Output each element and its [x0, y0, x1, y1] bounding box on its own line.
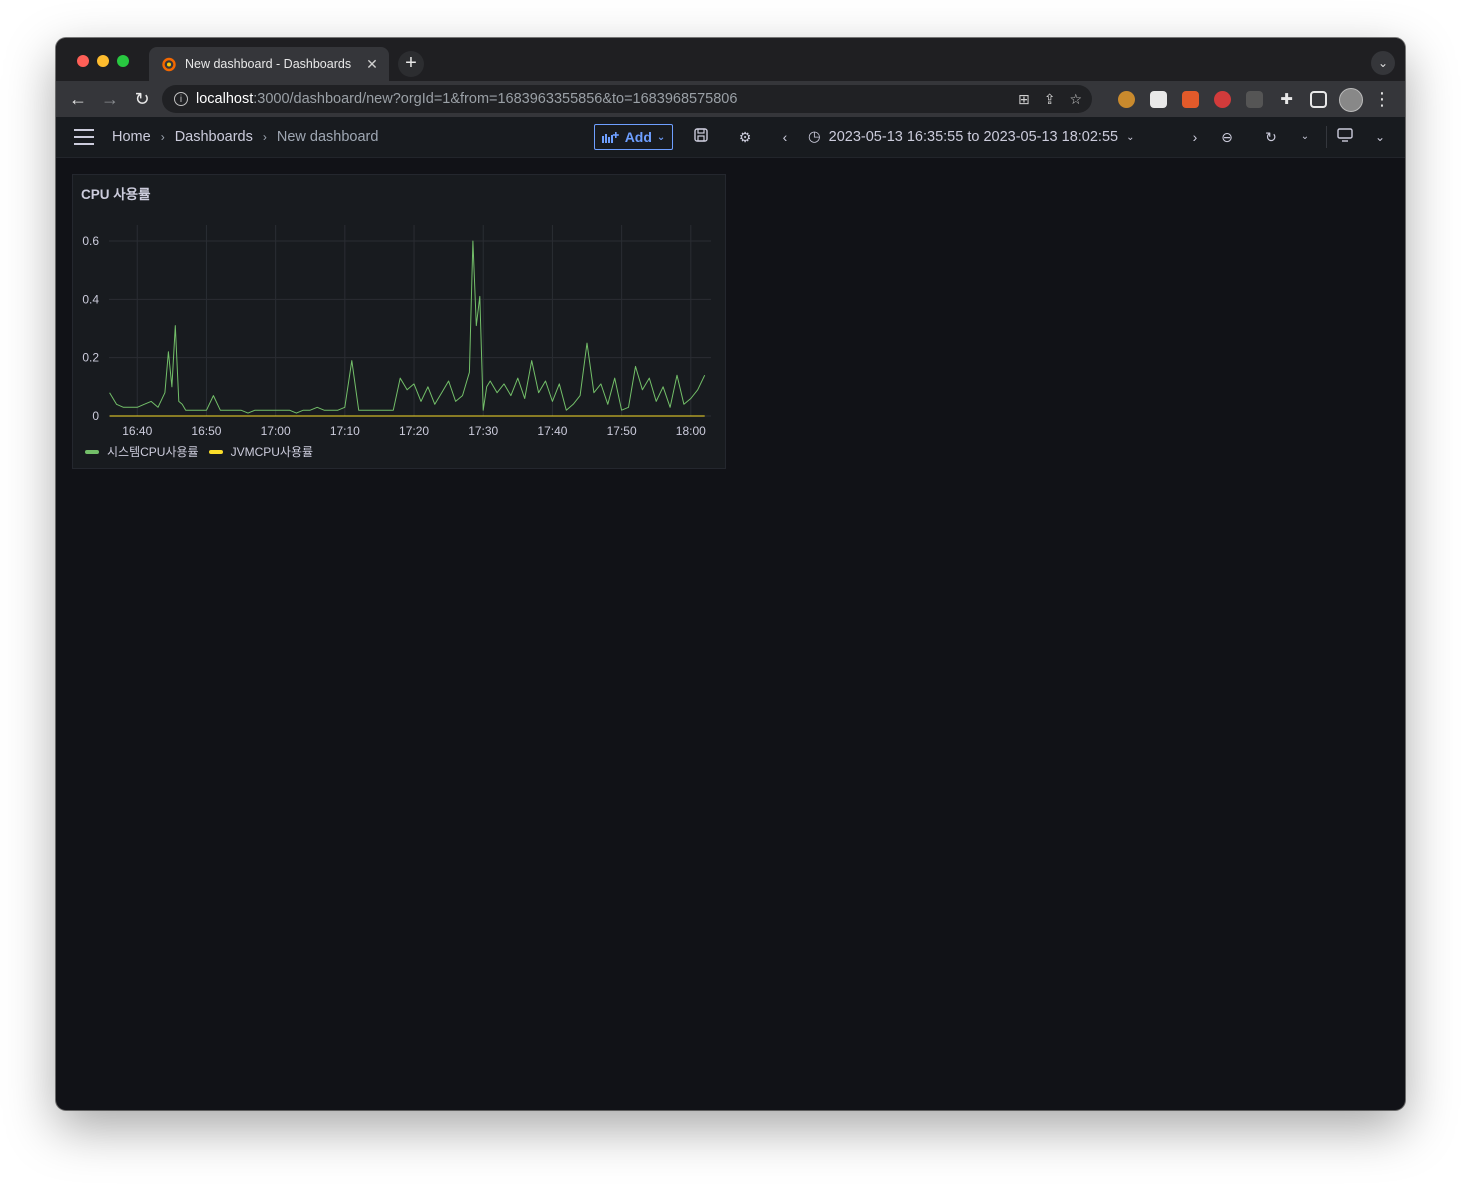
x-tick-label: 17:50	[607, 424, 637, 438]
address-row: ← → ↻ i localhost :3000/dashboard/new?or…	[56, 81, 1405, 117]
breadcrumb-home[interactable]: Home	[112, 129, 151, 145]
share-icon[interactable]: ⇪	[1044, 91, 1056, 108]
add-panel-icon	[601, 132, 619, 143]
x-tick-label: 18:00	[676, 424, 706, 438]
y-tick-label: 0	[92, 409, 99, 423]
maximize-window-button[interactable]	[117, 55, 129, 67]
cpu-usage-chart: 0 0.2 0.4 0.6 16:40 16:50 17:00 17:10 17:20 17:30…	[82, 225, 711, 438]
legend-swatch	[85, 449, 99, 454]
grafana-top-nav: Home › Dashboards › New dashboard Add ⌄ …	[56, 117, 1405, 158]
save-icon[interactable]	[691, 127, 711, 147]
breadcrumb-dashboards[interactable]: Dashboards	[175, 129, 253, 145]
refresh-icon[interactable]: ↻	[1261, 127, 1281, 147]
x-tick-label: 17:10	[330, 424, 360, 438]
grafana-logo-icon	[162, 57, 176, 72]
browser-menu-icon[interactable]: ⋮	[1373, 87, 1391, 111]
add-button[interactable]: Add ⌄	[594, 124, 673, 150]
chevron-down-icon[interactable]: ⌄	[1370, 127, 1390, 147]
refresh-interval-chevron-icon[interactable]: ⌄	[1295, 127, 1315, 147]
browser-window: New dashboard - Dashboards ✕ + ⌄ ← → ↻ i…	[56, 38, 1405, 1110]
minimize-window-button[interactable]	[97, 55, 109, 67]
add-button-label: Add	[624, 129, 652, 145]
forward-icon[interactable]: →	[98, 87, 122, 111]
time-forward-icon[interactable]: ›	[1185, 127, 1205, 147]
time-range-picker[interactable]: ◷ 2023-05-13 16:35:55 to 2023-05-13 18:0…	[808, 117, 1134, 157]
x-tick-label: 17:30	[468, 424, 498, 438]
cpu-usage-panel[interactable]: CPU 사용률 0 0.2 0.4 0.6 16:40 16:50 17:00 17:10 17…	[72, 174, 726, 469]
side-panel-icon[interactable]	[1310, 91, 1327, 108]
ex-extension-icon[interactable]	[1182, 91, 1199, 108]
legend-item-system-cpu[interactable]: 시스템CPU사용률	[85, 443, 199, 460]
y-tick-label: 0.4	[82, 292, 99, 306]
zoom-out-icon[interactable]: ⊖	[1217, 127, 1237, 147]
time-range-text: 2023-05-13 16:35:55 to 2023-05-13 18:02:…	[828, 129, 1119, 145]
browser-tab[interactable]: New dashboard - Dashboards ✕	[149, 47, 389, 81]
y-tick-label: 0.2	[82, 351, 99, 365]
tab-close-icon[interactable]: ✕	[363, 56, 381, 73]
tv-mode-icon[interactable]	[1335, 127, 1355, 147]
tab-bar: New dashboard - Dashboards ✕ + ⌄	[56, 38, 1405, 81]
breadcrumb: Home › Dashboards › New dashboard	[112, 117, 378, 157]
address-bar[interactable]: i localhost :3000/dashboard/new?orgId=1&…	[162, 85, 1092, 113]
y-tick-label: 0.6	[82, 234, 99, 248]
x-tick-label: 16:50	[191, 424, 221, 438]
url-host: localhost	[196, 91, 254, 107]
tab-title: New dashboard - Dashboards	[185, 57, 352, 71]
url-path: :3000/dashboard/new?orgId=1&from=1683963…	[253, 91, 738, 107]
series-line-system-cpu	[109, 240, 706, 414]
n-extension-icon[interactable]	[1246, 91, 1263, 108]
tab-search-button[interactable]: ⌄	[1371, 51, 1395, 75]
legend-label: 시스템CPU사용률	[107, 445, 199, 459]
menu-icon[interactable]	[74, 129, 94, 145]
site-info-icon[interactable]: i	[174, 92, 188, 106]
x-tick-label: 17:40	[537, 424, 567, 438]
chevron-right-icon: ›	[262, 130, 267, 144]
legend-label: JVMCPU사용률	[230, 445, 314, 459]
divider	[1326, 126, 1327, 148]
close-window-button[interactable]	[77, 55, 89, 67]
new-tab-button[interactable]: +	[398, 51, 424, 77]
back-icon[interactable]: ←	[66, 87, 90, 111]
chevron-down-icon: ⌄	[1126, 131, 1135, 143]
settings-gear-icon[interactable]: ⚙	[735, 127, 755, 147]
extension-icon[interactable]	[1150, 91, 1167, 108]
time-back-icon[interactable]: ‹	[775, 127, 795, 147]
bookmark-star-icon[interactable]: ☆	[1069, 91, 1082, 108]
red-extension-icon[interactable]	[1214, 91, 1231, 108]
x-tick-label: 17:00	[261, 424, 291, 438]
x-tick-label: 17:20	[399, 424, 429, 438]
clock-icon: ◷	[808, 129, 821, 145]
cookie-extension-icon[interactable]	[1118, 91, 1135, 108]
chart-legend: 시스템CPU사용률 JVMCPU사용률	[85, 443, 313, 460]
chevron-down-icon: ⌄	[656, 131, 666, 143]
translate-icon[interactable]: ⊞	[1018, 91, 1030, 108]
x-tick-label: 16:40	[122, 424, 152, 438]
reload-icon[interactable]: ↻	[130, 87, 154, 111]
chevron-right-icon: ›	[160, 130, 165, 144]
legend-item-jvm-cpu[interactable]: JVMCPU사용률	[208, 443, 314, 460]
legend-swatch	[208, 449, 223, 454]
breadcrumb-current: New dashboard	[276, 129, 379, 145]
puzzle-extensions-icon[interactable]: ✚	[1278, 91, 1295, 108]
profile-avatar[interactable]	[1339, 88, 1363, 112]
